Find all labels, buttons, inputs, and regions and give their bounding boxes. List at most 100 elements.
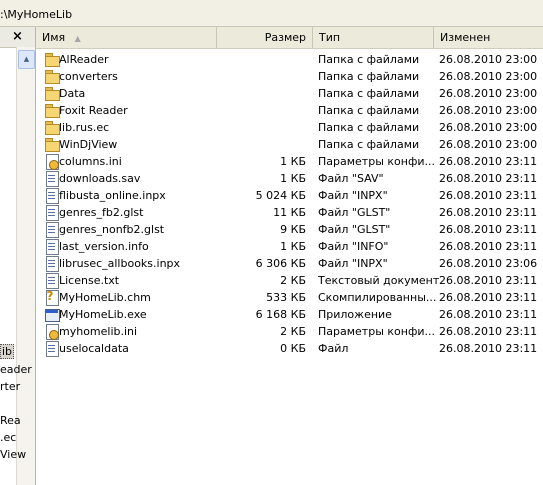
- file-size: 5 024 КБ: [255, 189, 306, 202]
- file-name: uselocaldata: [59, 342, 129, 355]
- column-header-name[interactable]: Имя ▲: [36, 27, 236, 48]
- file-type: Папка с файлами: [318, 70, 420, 83]
- column-header-modified-label: Изменен: [440, 31, 491, 44]
- address-path[interactable]: :\MyHomeLib: [0, 8, 72, 21]
- file-name: genres_nonfb2.glst: [59, 223, 165, 236]
- file-row[interactable]: WinDjView Папка с файлами 26.08.2010 23:00: [36, 136, 543, 153]
- file-type: Папка с файлами: [318, 138, 420, 151]
- file-type: Файл "INFO": [318, 240, 389, 253]
- application-icon: [44, 307, 60, 322]
- file-name: AlReader: [59, 53, 109, 66]
- folders-pane-header: ×: [0, 27, 35, 48]
- document-file-icon: [44, 171, 60, 187]
- file-row[interactable]: flibusta_online.inpx 5 024 КБ Файл "INPX" 2…: [36, 187, 543, 204]
- settings-file-icon: [44, 154, 60, 170]
- file-modified: 26.08.2010 23:11: [439, 325, 538, 338]
- file-modified: 26.08.2010 23:00: [439, 70, 538, 83]
- file-name: WinDjView: [59, 138, 118, 151]
- file-row[interactable]: lib.rus.ec Папка с файлами 26.08.2010 23:0…: [36, 119, 543, 136]
- file-size: 1 КБ: [280, 240, 306, 253]
- file-type: Параметры конфи...: [318, 155, 435, 168]
- file-modified: 26.08.2010 23:11: [439, 189, 538, 202]
- file-row[interactable]: columns.ini 1 КБ Параметры конфи... 26.08.2…: [36, 153, 543, 170]
- file-type: Приложение: [318, 308, 392, 321]
- file-modified: 26.08.2010 23:11: [439, 206, 538, 219]
- file-name: flibusta_online.inpx: [59, 189, 166, 202]
- file-size: 2 КБ: [280, 325, 306, 338]
- file-type: Параметры конфи...: [318, 325, 435, 338]
- tree-item[interactable]: rter: [0, 380, 20, 393]
- file-name: MyHomeLib.chm: [59, 291, 151, 304]
- document-file-icon: [44, 239, 60, 255]
- file-modified: 26.08.2010 23:00: [439, 121, 538, 134]
- file-size: 1 КБ: [280, 155, 306, 168]
- file-row[interactable]: AlReader Папка с файлами 26.08.2010 23:00: [36, 51, 543, 68]
- file-row[interactable]: last_version.info 1 КБ Файл "INFO" 26.08.20…: [36, 238, 543, 255]
- folder-icon: [44, 52, 60, 67]
- tree-item[interactable]: .ec: [0, 431, 16, 444]
- scroll-up-icon[interactable]: ▲: [18, 50, 35, 69]
- file-type: Папка с файлами: [318, 104, 420, 117]
- address-bar[interactable]: :\MyHomeLib: [0, 0, 543, 27]
- help-file-icon: ?: [44, 290, 60, 306]
- file-row[interactable]: myhomelib.ini 2 КБ Параметры конфи... 26.08…: [36, 323, 543, 340]
- text-file-icon: [44, 273, 60, 289]
- file-row[interactable]: genres_nonfb2.glst 9 КБ Файл "GLST" 26.08.2…: [36, 221, 543, 238]
- file-modified: 26.08.2010 23:11: [439, 223, 538, 236]
- column-header-size[interactable]: Размер: [216, 27, 312, 48]
- document-file-icon: [44, 205, 60, 221]
- file-row[interactable]: Data Папка с файлами 26.08.2010 23:00: [36, 85, 543, 102]
- file-list-view[interactable]: Имя ▲ Размер Тип Изменен AlReader Папка с…: [36, 27, 543, 485]
- file-name: columns.ini: [59, 155, 122, 168]
- file-row[interactable]: uselocaldata 0 КБ Файл 26.08.2010 23:11: [36, 340, 543, 357]
- file-size: 11 КБ: [273, 206, 306, 219]
- file-modified: 26.08.2010 23:00: [439, 53, 538, 66]
- file-row[interactable]: converters Папка с файлами 26.08.2010 23:0…: [36, 68, 543, 85]
- file-type: Файл "INPX": [318, 189, 388, 202]
- tree-item-selected[interactable]: ib: [0, 344, 15, 359]
- file-name: myhomelib.ini: [59, 325, 138, 338]
- tree-item[interactable]: Rea: [0, 414, 21, 427]
- file-name: genres_fb2.glst: [59, 206, 144, 219]
- column-header-modified[interactable]: Изменен: [433, 27, 543, 48]
- file-size: 533 КБ: [266, 291, 306, 304]
- tree-item[interactable]: View: [0, 448, 26, 461]
- file-row[interactable]: MyHomeLib.exe 6 168 КБ Приложение 26.08.201…: [36, 306, 543, 323]
- file-name: Data: [59, 87, 86, 100]
- file-modified: 26.08.2010 23:11: [439, 308, 538, 321]
- file-modified: 26.08.2010 23:11: [439, 172, 538, 185]
- settings-file-icon: [44, 324, 60, 340]
- tree-item[interactable]: eader: [0, 363, 32, 376]
- close-icon[interactable]: ×: [12, 29, 23, 44]
- column-header-type[interactable]: Тип: [312, 27, 433, 48]
- file-type: Папка с файлами: [318, 121, 420, 134]
- file-type: Файл "INPX": [318, 257, 388, 270]
- file-name: License.txt: [59, 274, 120, 287]
- file-name: MyHomeLib.exe: [59, 308, 147, 321]
- file-row[interactable]: ? MyHomeLib.chm 533 КБ Скомпилированны... 26…: [36, 289, 543, 306]
- file-type: Скомпилированны...: [318, 291, 437, 304]
- sort-ascending-icon: ▲: [74, 34, 81, 43]
- document-file-icon: [44, 222, 60, 238]
- file-modified: 26.08.2010 23:11: [439, 155, 538, 168]
- file-modified: 26.08.2010 23:11: [439, 274, 538, 287]
- file-name: lib.rus.ec: [59, 121, 110, 134]
- file-size: 1 КБ: [280, 172, 306, 185]
- column-header-row: Имя ▲ Размер Тип Изменен: [36, 27, 543, 49]
- file-size: 0 КБ: [280, 342, 306, 355]
- file-row[interactable]: License.txt 2 КБ Текстовый документ 26.08.2…: [36, 272, 543, 289]
- file-modified: 26.08.2010 23:00: [439, 104, 538, 117]
- file-name: Foxit Reader: [59, 104, 128, 117]
- document-file-icon: [44, 341, 60, 357]
- file-row[interactable]: genres_fb2.glst 11 КБ Файл "GLST" 26.08.201…: [36, 204, 543, 221]
- file-name: downloads.sav: [59, 172, 141, 185]
- file-size: 9 КБ: [280, 223, 306, 236]
- column-header-name-label: Имя: [42, 31, 66, 44]
- file-modified: 26.08.2010 23:00: [439, 87, 538, 100]
- file-row[interactable]: Foxit Reader Папка с файлами 26.08.2010 23…: [36, 102, 543, 119]
- file-type: Папка с файлами: [318, 53, 420, 66]
- file-row[interactable]: librusec_allbooks.inpx 6 306 КБ Файл "INPX…: [36, 255, 543, 272]
- file-modified: 26.08.2010 23:00: [439, 138, 538, 151]
- folder-icon: [44, 103, 60, 118]
- file-row[interactable]: downloads.sav 1 КБ Файл "SAV" 26.08.2010 23…: [36, 170, 543, 187]
